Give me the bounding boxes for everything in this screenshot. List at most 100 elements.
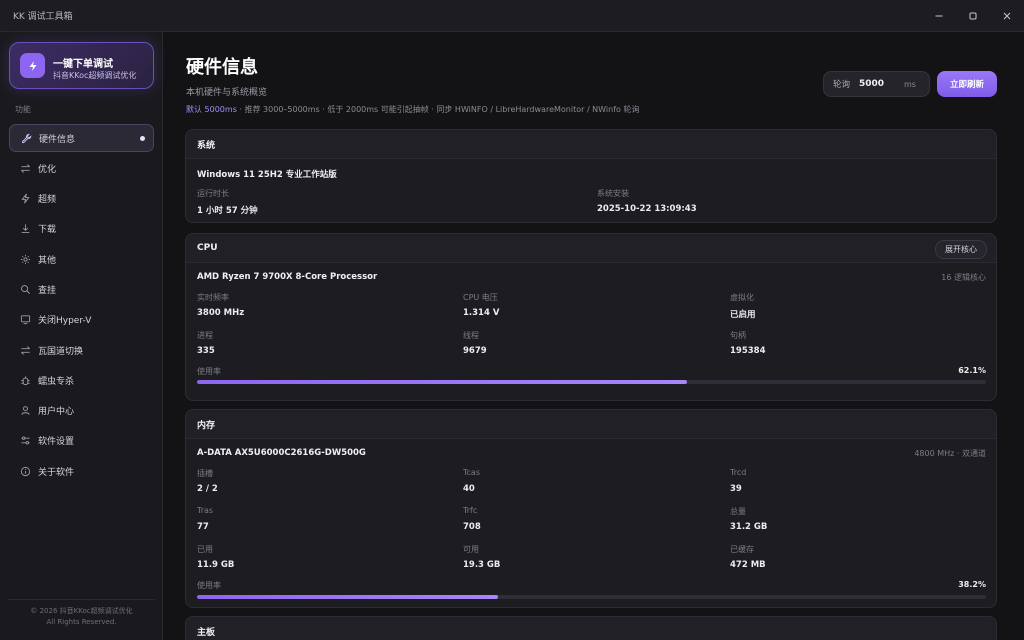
install-label: 系统安装 bbox=[597, 189, 629, 198]
promo-title: 一键下单调试 bbox=[53, 59, 113, 70]
cpu-usage-value: 62.1% bbox=[958, 366, 986, 375]
sidebar-item-user-center[interactable]: 用户中心 bbox=[9, 397, 154, 425]
memory-field-label: Trfc bbox=[463, 506, 478, 515]
cpu-field-label: 句柄 bbox=[730, 331, 746, 340]
sidebar-item-hyperv[interactable]: 关闭Hyper-V bbox=[9, 306, 154, 334]
motherboard-card: 主板 bbox=[185, 616, 997, 640]
interval-label: 轮询 bbox=[833, 80, 851, 90]
cpu-usage-bar bbox=[197, 380, 986, 384]
sidebar-item-label: 优化 bbox=[38, 164, 57, 175]
sidebar-item-hardware-info[interactable]: 硬件信息 bbox=[9, 124, 154, 152]
memory-field-value: 708 bbox=[463, 522, 481, 532]
sparkle-icon bbox=[19, 253, 31, 265]
sidebar-item-scan[interactable]: 查挂 bbox=[9, 275, 154, 303]
sidebar-item-label: 关于软件 bbox=[38, 467, 75, 478]
close-button[interactable] bbox=[990, 0, 1024, 32]
cpu-field-value: 已启用 bbox=[730, 310, 756, 320]
promo-card[interactable]: 一键下单调试 抖音KKoc超频调试优化 bbox=[9, 42, 154, 89]
sidebar-item-optimize[interactable]: 优化 bbox=[9, 154, 154, 182]
memory-field-label: 已缓存 bbox=[730, 545, 754, 554]
memory-field-value: 77 bbox=[197, 522, 209, 532]
cpu-field-value: 1.314 V bbox=[463, 308, 500, 318]
tune-icon bbox=[19, 162, 31, 174]
sidebar-item-label: 硬件信息 bbox=[39, 134, 76, 145]
memory-field-value: 472 MB bbox=[730, 560, 766, 570]
memory-field-label: Tcas bbox=[463, 468, 480, 477]
footer-divider bbox=[8, 599, 155, 600]
install-value: 2025-10-22 13:09:43 bbox=[597, 204, 697, 214]
maximize-icon bbox=[969, 12, 977, 20]
sidebar-item-label: 其他 bbox=[38, 255, 57, 266]
bolt-icon bbox=[20, 53, 45, 78]
memory-field-label: 插槽 bbox=[197, 469, 213, 478]
sidebar-item-overclock[interactable]: 超频 bbox=[9, 185, 154, 213]
sidebar-item-about[interactable]: 关于软件 bbox=[9, 457, 154, 485]
sidebar-item-region-switch[interactable]: 瓦国道切换 bbox=[9, 336, 154, 364]
memory-field-value: 2 / 2 bbox=[197, 484, 218, 494]
cpu-field-value: 9679 bbox=[463, 346, 487, 356]
bug-icon bbox=[19, 374, 31, 386]
window-title: KK 调试工具箱 bbox=[13, 12, 73, 22]
cpu-usage-label: 使用率 bbox=[197, 367, 221, 376]
polling-hint: 默认 5000ms · 推荐 3000–5000ms · 低于 2000ms 可… bbox=[186, 104, 639, 115]
interval-input[interactable]: 5000 bbox=[859, 79, 899, 89]
card-title: 主板 bbox=[186, 617, 996, 640]
cpu-card: CPU 展开核心 AMD Ryzen 7 9700X 8-Core Proces… bbox=[185, 233, 997, 401]
download-icon bbox=[19, 223, 31, 235]
os-name: Windows 11 25H2 专业工作站版 bbox=[197, 170, 337, 180]
monitor-icon bbox=[19, 314, 31, 326]
uptime-label: 运行时长 bbox=[197, 189, 229, 198]
memory-field-value: 40 bbox=[463, 484, 475, 494]
refresh-button[interactable]: 立即刷新 bbox=[937, 71, 997, 97]
memory-field-label: 可用 bbox=[463, 545, 479, 554]
sliders-icon bbox=[19, 435, 31, 447]
memory-card: 内存 A-DATA AX5U6000C2616G-DW500G 4800 MHz… bbox=[185, 409, 997, 608]
close-icon bbox=[1003, 12, 1011, 20]
page-title: 硬件信息 bbox=[186, 57, 258, 78]
memory-field-label: 总量 bbox=[730, 507, 746, 516]
search-icon bbox=[19, 283, 31, 295]
sidebar-item-settings[interactable]: 软件设置 bbox=[9, 427, 154, 455]
minimize-button[interactable] bbox=[922, 0, 956, 32]
swap-icon bbox=[19, 344, 31, 356]
memory-field-value: 39 bbox=[730, 484, 742, 494]
interval-unit: ms bbox=[904, 79, 916, 89]
page-subtitle: 本机硬件与系统概览 bbox=[186, 88, 268, 98]
memory-field-label: 已用 bbox=[197, 545, 213, 554]
sidebar-item-worm-killer[interactable]: 蠕虫专杀 bbox=[9, 366, 154, 394]
copyright: © 2026 抖音KKoc超频调试优化 bbox=[30, 607, 133, 615]
system-card: 系统 Windows 11 25H2 专业工作站版 运行时长 1 小时 57 分… bbox=[185, 129, 997, 223]
section-label: 功能 bbox=[15, 105, 31, 114]
memory-name: A-DATA AX5U6000C2616G-DW500G bbox=[197, 448, 366, 458]
bolt-icon bbox=[19, 193, 31, 205]
uptime-value: 1 小时 57 分钟 bbox=[197, 206, 258, 216]
sidebar-footer: © 2026 抖音KKoc超频调试优化 All Rights Reserved. bbox=[0, 606, 163, 628]
card-title: 内存 bbox=[186, 410, 996, 439]
title-bar: KK 调试工具箱 bbox=[0, 0, 1024, 32]
memory-usage-fill bbox=[197, 595, 499, 599]
minimize-icon bbox=[935, 15, 943, 17]
active-indicator bbox=[140, 136, 145, 141]
sidebar-nav: 硬件信息 优化 超频 下载 其他 查挂 关闭Hyper-V 瓦国道切换 蠕虫专杀… bbox=[9, 124, 154, 488]
main-content: 硬件信息 本机硬件与系统概览 默认 5000ms · 推荐 3000–5000m… bbox=[163, 32, 1024, 640]
cpu-field-label: 虚拟化 bbox=[730, 293, 754, 302]
info-icon bbox=[19, 465, 31, 477]
maximize-button[interactable] bbox=[956, 0, 990, 32]
card-title: 系统 bbox=[186, 130, 996, 159]
sidebar-item-download[interactable]: 下载 bbox=[9, 215, 154, 243]
cpu-card-header: CPU 展开核心 bbox=[186, 234, 996, 263]
window-controls bbox=[922, 0, 1024, 32]
interval-field[interactable]: 轮询 5000 ms bbox=[823, 71, 930, 97]
memory-meta: 4800 MHz · 双通道 bbox=[914, 449, 986, 458]
cpu-field-value: 195384 bbox=[730, 346, 766, 356]
expand-cores-button[interactable]: 展开核心 bbox=[935, 240, 987, 259]
sidebar-item-label: 蠕虫专杀 bbox=[38, 376, 75, 387]
sidebar-item-label: 下载 bbox=[38, 225, 57, 236]
memory-usage-bar bbox=[197, 595, 986, 599]
hint-text: · 推荐 3000–5000ms · 低于 2000ms 可能引起抽帧 · 同步… bbox=[236, 105, 640, 114]
cpu-name: AMD Ryzen 7 9700X 8-Core Processor bbox=[197, 272, 378, 282]
sidebar-item-label: 用户中心 bbox=[38, 407, 75, 418]
sidebar-item-other[interactable]: 其他 bbox=[9, 245, 154, 273]
card-title: CPU bbox=[197, 243, 218, 253]
sidebar-item-label: 软件设置 bbox=[38, 437, 75, 448]
